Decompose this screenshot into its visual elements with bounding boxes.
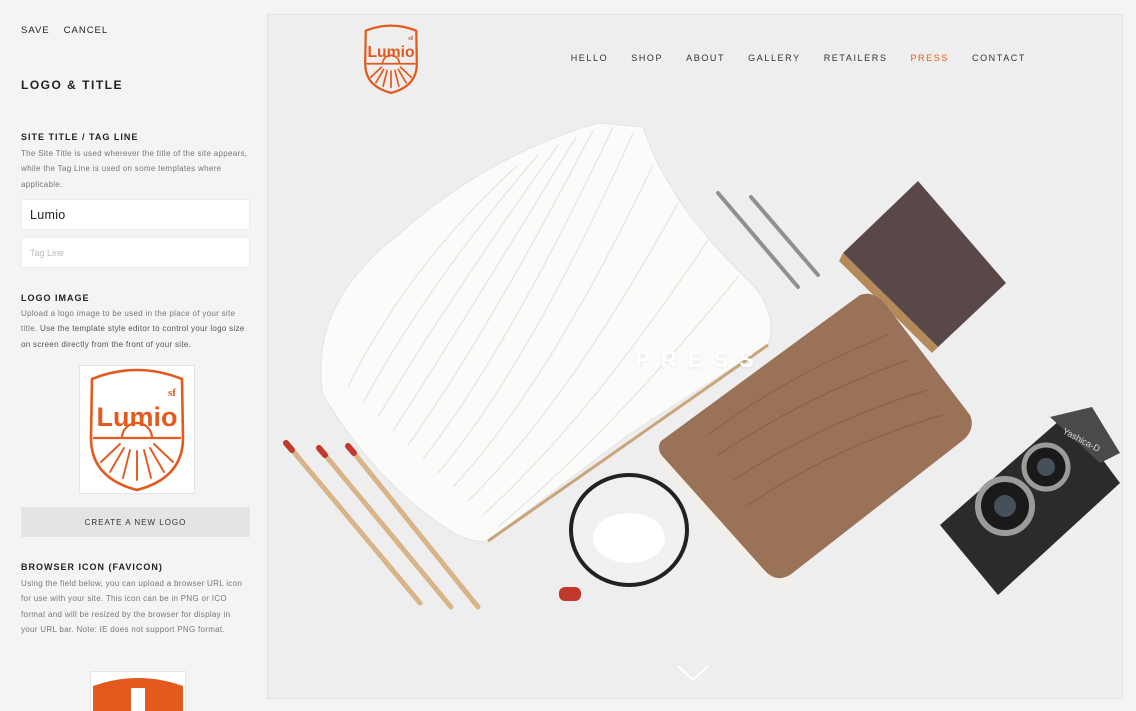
site-preview: Yashica-D sf Lumio HELLO SHOP ABOUT GALL… bbox=[268, 15, 1122, 698]
logo-word-text: Lumio bbox=[97, 402, 178, 432]
panel-title: LOGO & TITLE bbox=[21, 78, 123, 92]
logo-image-help-text: Upload a logo image to be used in the pl… bbox=[21, 306, 249, 352]
cancel-button[interactable]: CANCEL bbox=[64, 25, 109, 36]
nav-item-about[interactable]: ABOUT bbox=[686, 53, 725, 63]
logo-image-upload[interactable]: sf Lumio bbox=[80, 366, 194, 493]
nav-item-hello[interactable]: HELLO bbox=[571, 53, 609, 63]
logo-help-bold: Use the template style editor to control… bbox=[21, 324, 245, 349]
logo-image-section-heading: LOGO IMAGE bbox=[21, 293, 90, 303]
tagline-input[interactable] bbox=[21, 237, 250, 268]
create-new-logo-button[interactable]: CREATE A NEW LOGO bbox=[21, 507, 250, 537]
site-title-help-text: The Site Title is used wherever the titl… bbox=[21, 149, 248, 189]
mug-image bbox=[559, 473, 689, 601]
favicon-help-text: Using the field below, you can upload a … bbox=[21, 579, 243, 635]
save-button[interactable]: SAVE bbox=[21, 25, 50, 36]
lumio-shield-logo-icon: sf Lumio bbox=[364, 24, 418, 95]
preview-logo-word-text: Lumio bbox=[367, 44, 414, 61]
chevron-down-icon[interactable] bbox=[676, 663, 710, 683]
site-title-section-heading: SITE TITLE / TAG LINE bbox=[21, 132, 139, 142]
favicon-upload[interactable] bbox=[91, 672, 185, 711]
sidebar-toolbar: SAVE CANCEL bbox=[21, 25, 108, 36]
nav-item-retailers[interactable]: RETAILERS bbox=[824, 53, 888, 63]
site-navigation: HELLO SHOP ABOUT GALLERY RETAILERS PRESS… bbox=[571, 53, 1026, 63]
lumio-favicon-icon bbox=[93, 678, 183, 711]
nav-item-press[interactable]: PRESS bbox=[910, 53, 949, 63]
page-heading: PRESS bbox=[635, 347, 765, 372]
settings-sidebar: SAVE CANCEL LOGO & TITLE SITE TITLE / TA… bbox=[0, 0, 268, 711]
logo-sup-text: sf bbox=[168, 387, 176, 399]
favicon-section-heading: BROWSER ICON (FAVICON) bbox=[21, 562, 163, 572]
lumio-shield-logo-icon: sf Lumio bbox=[89, 368, 185, 492]
site-title-input[interactable] bbox=[21, 199, 250, 230]
nav-item-shop[interactable]: SHOP bbox=[631, 53, 663, 63]
nav-item-contact[interactable]: CONTACT bbox=[972, 53, 1026, 63]
preview-logo-sup-text: sf bbox=[408, 35, 414, 42]
site-logo[interactable]: sf Lumio bbox=[359, 23, 423, 100]
nav-item-gallery[interactable]: GALLERY bbox=[748, 53, 801, 63]
